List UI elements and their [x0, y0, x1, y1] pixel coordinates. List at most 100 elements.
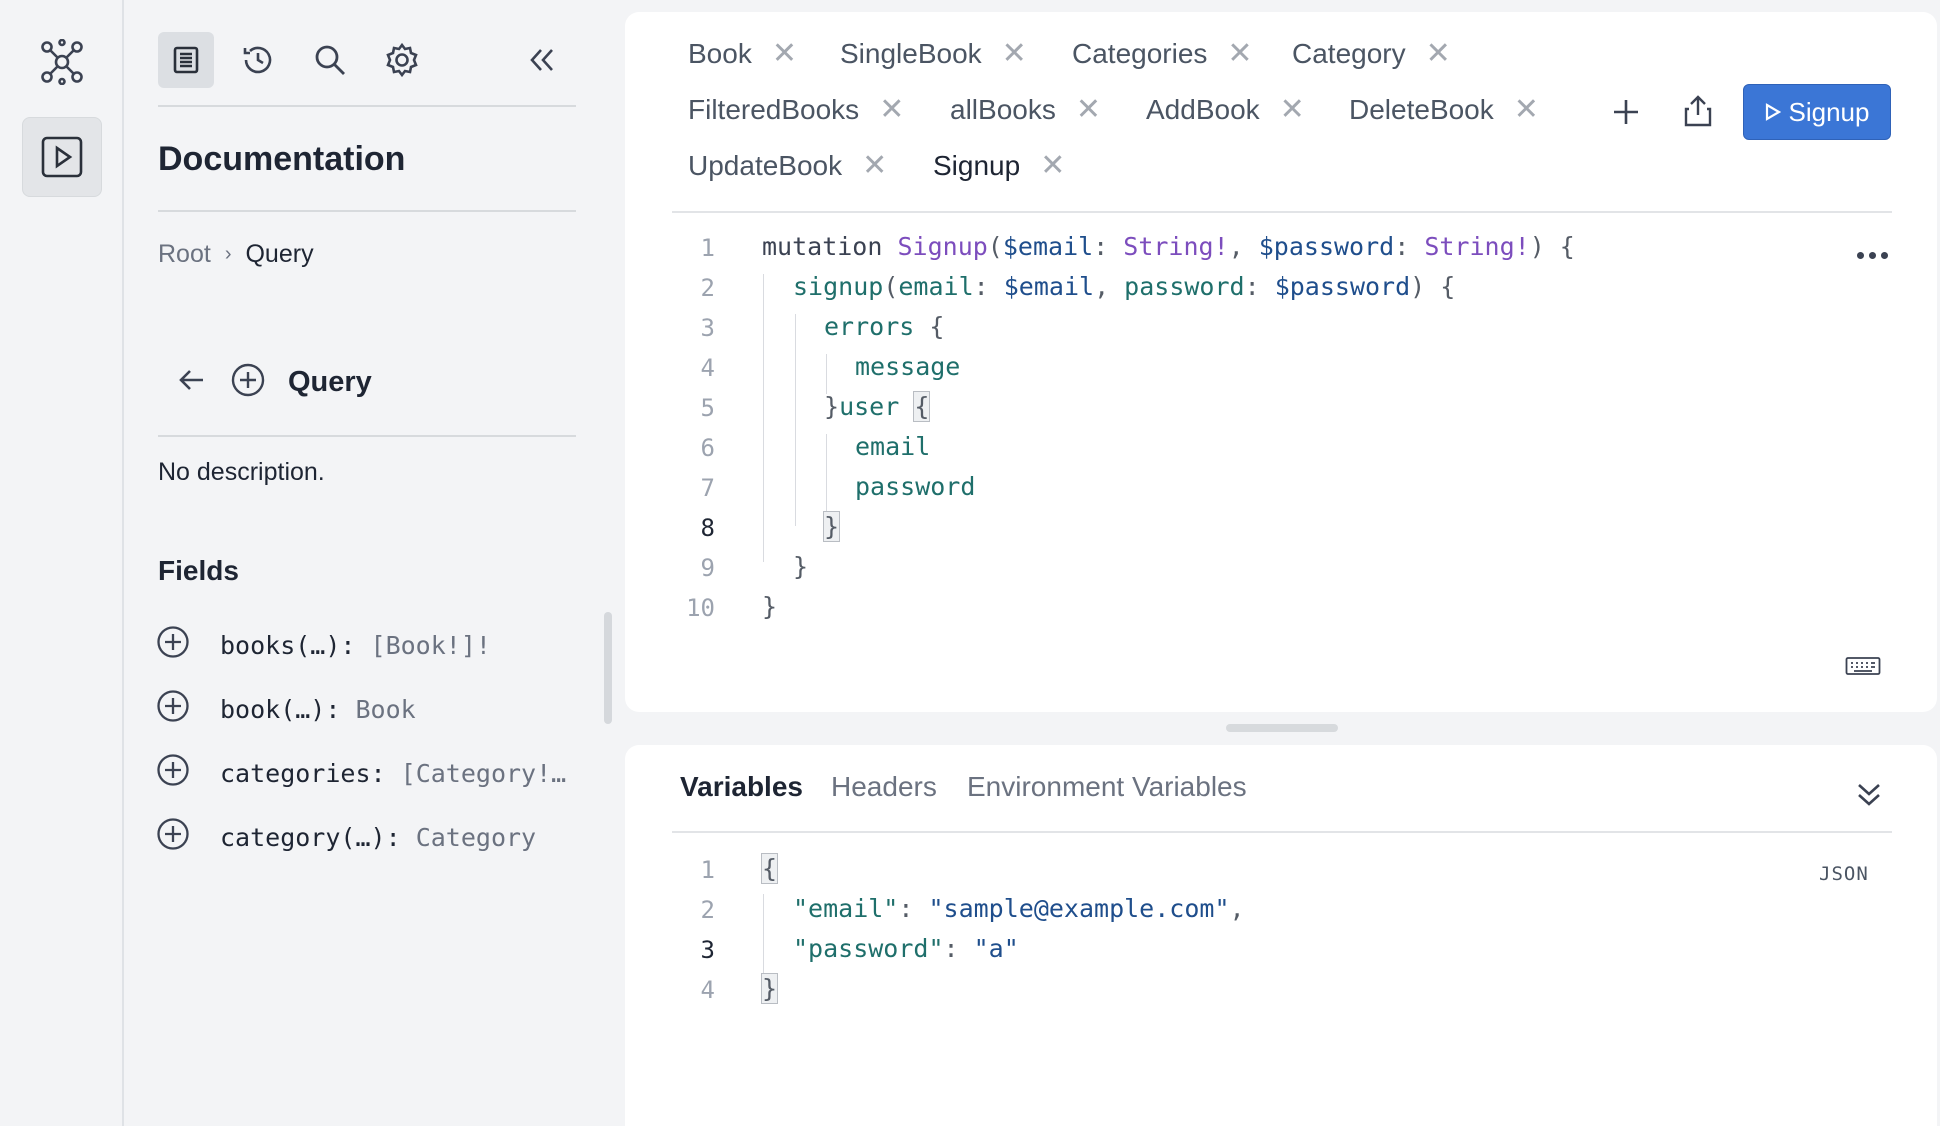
tab-headers[interactable]: Headers	[831, 771, 937, 803]
close-icon[interactable]: ✕	[1002, 36, 1027, 71]
chevron-right-icon: ›	[224, 243, 232, 265]
code-line[interactable]: password	[855, 472, 975, 501]
settings-icon[interactable]	[374, 32, 430, 88]
tab-environment-variables[interactable]: Environment Variables	[967, 771, 1247, 803]
collapse-panel-icon[interactable]	[514, 32, 570, 88]
line-number: 4	[700, 976, 715, 1004]
line-number: 1	[700, 234, 715, 262]
indent-guide	[795, 314, 796, 526]
graphql-logo-icon[interactable]	[22, 22, 102, 102]
add-circle-icon[interactable]	[156, 817, 190, 857]
share-icon[interactable]	[1673, 86, 1723, 136]
search-icon[interactable]	[302, 32, 358, 88]
documentation-panel: Documentation Root › Query Query No desc…	[126, 0, 622, 1126]
add-circle-icon[interactable]	[156, 689, 190, 729]
format-label: JSON	[1819, 863, 1869, 885]
code-line[interactable]: }	[793, 552, 808, 581]
tab-label[interactable]: SingleBook	[840, 38, 982, 70]
indent-guide	[826, 354, 827, 394]
code-line[interactable]: "password": "a"	[793, 934, 1019, 963]
code-line[interactable]: errors {	[824, 312, 944, 341]
chevron-double-down-icon[interactable]	[1847, 775, 1891, 815]
tab-label[interactable]: DeleteBook	[1349, 94, 1494, 126]
tab-label[interactable]: Category	[1292, 38, 1406, 70]
scrollbar[interactable]	[604, 612, 612, 724]
keyboard-shortcuts-icon[interactable]	[1845, 654, 1881, 683]
app-sidebar-rail	[0, 0, 124, 1126]
field-type[interactable]: [Category!…	[401, 759, 567, 788]
code-line[interactable]: message	[855, 352, 960, 381]
code-line[interactable]: }	[822, 511, 841, 542]
line-number: 10	[686, 594, 715, 622]
tab-label[interactable]: UpdateBook	[688, 150, 842, 182]
close-icon[interactable]: ✕	[1514, 92, 1539, 127]
code-line[interactable]: }	[760, 973, 779, 1004]
tab-signup[interactable]: Signup ✕	[933, 148, 1065, 183]
field-type[interactable]: Book	[355, 695, 415, 724]
code-line[interactable]: {	[760, 853, 779, 884]
add-circle-icon[interactable]	[156, 625, 190, 665]
field-item[interactable]: book(…): Book	[156, 689, 416, 729]
line-number: 9	[700, 554, 715, 582]
field-name[interactable]: book(…):	[220, 695, 340, 724]
field-type[interactable]: Category	[416, 823, 536, 852]
tab-deletebook[interactable]: DeleteBook ✕	[1349, 92, 1539, 127]
divider	[158, 210, 576, 212]
close-icon[interactable]: ✕	[862, 148, 887, 183]
divider	[672, 831, 1892, 833]
more-options-icon[interactable]	[1847, 240, 1897, 270]
divider	[158, 105, 576, 107]
tab-label[interactable]: Signup	[933, 150, 1020, 182]
code-line[interactable]: "email": "sample@example.com",	[793, 894, 1245, 923]
tab-category[interactable]: Category ✕	[1292, 36, 1451, 71]
line-number: 3	[700, 936, 715, 964]
code-line[interactable]: email	[855, 432, 930, 461]
breadcrumb-root[interactable]: Root	[158, 240, 211, 269]
field-type[interactable]: [Book!]!	[371, 631, 491, 660]
history-icon[interactable]	[230, 32, 286, 88]
close-icon[interactable]: ✕	[1227, 36, 1252, 71]
tab-label[interactable]: Book	[688, 38, 752, 70]
code-line[interactable]: }	[762, 592, 777, 621]
close-icon[interactable]: ✕	[772, 36, 797, 71]
field-item[interactable]: category(…): Category	[156, 817, 536, 857]
code-line[interactable]: mutation Signup($email: String!, $passwo…	[762, 232, 1575, 261]
breadcrumb: Root › Query	[158, 240, 314, 269]
close-icon[interactable]: ✕	[1040, 148, 1065, 183]
play-icon[interactable]	[22, 117, 102, 197]
code-line[interactable]: }user {	[824, 391, 931, 422]
add-circle-icon[interactable]	[230, 362, 266, 403]
divider	[672, 211, 1892, 213]
code-line[interactable]: signup(email: $email, password: $passwor…	[793, 272, 1455, 301]
tab-book[interactable]: Book ✕	[688, 36, 797, 71]
add-tab-icon[interactable]	[1601, 87, 1651, 137]
tab-categories[interactable]: Categories ✕	[1072, 36, 1253, 71]
close-icon[interactable]: ✕	[1076, 92, 1101, 127]
tab-singlebook[interactable]: SingleBook ✕	[840, 36, 1027, 71]
docs-icon[interactable]	[158, 32, 214, 88]
field-item[interactable]: books(…): [Book!]!	[156, 625, 491, 665]
tab-label[interactable]: allBooks	[950, 94, 1056, 126]
resize-handle[interactable]	[1226, 724, 1338, 732]
tab-updatebook[interactable]: UpdateBook ✕	[688, 148, 887, 183]
close-icon[interactable]: ✕	[1280, 92, 1305, 127]
variables-card: Variables Headers Environment Variables …	[625, 745, 1937, 1126]
tab-filteredbooks[interactable]: FilteredBooks ✕	[688, 92, 904, 127]
close-icon[interactable]: ✕	[1426, 36, 1451, 71]
tab-addbook[interactable]: AddBook ✕	[1146, 92, 1305, 127]
line-number: 2	[700, 274, 715, 302]
field-name[interactable]: category(…):	[220, 823, 401, 852]
run-signup-button[interactable]: Signup	[1743, 84, 1891, 140]
field-name[interactable]: categories:	[220, 759, 386, 788]
tab-allbooks[interactable]: allBooks ✕	[950, 92, 1101, 127]
tab-variables[interactable]: Variables	[680, 771, 803, 803]
field-item[interactable]: categories: [Category!…	[156, 753, 566, 793]
close-icon[interactable]: ✕	[879, 92, 904, 127]
tab-label[interactable]: AddBook	[1146, 94, 1260, 126]
tab-label[interactable]: Categories	[1072, 38, 1207, 70]
line-number: 5	[700, 394, 715, 422]
tab-label[interactable]: FilteredBooks	[688, 94, 859, 126]
add-circle-icon[interactable]	[156, 753, 190, 793]
back-arrow-icon[interactable]	[176, 364, 208, 401]
field-name[interactable]: books(…):	[220, 631, 355, 660]
